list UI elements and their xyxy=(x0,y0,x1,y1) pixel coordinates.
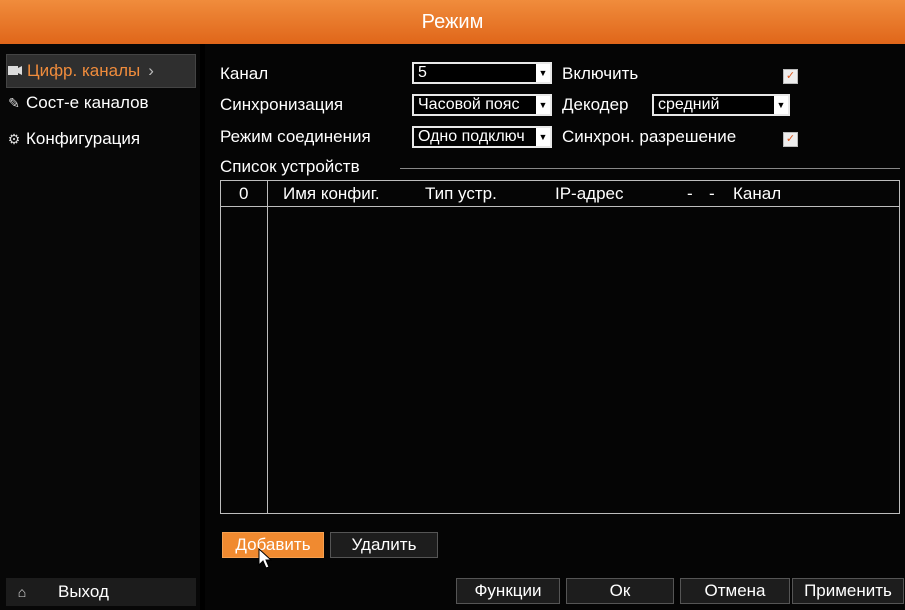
exit-button[interactable]: ⌂ Выход xyxy=(6,578,196,606)
gear-icon: ⚙ xyxy=(7,130,21,147)
sidebar-item-label: Цифр. каналы xyxy=(27,61,141,80)
column-header-type: Тип устр. xyxy=(425,184,497,203)
column-header-dash-2: - xyxy=(709,184,715,203)
column-header-dash-1: - xyxy=(687,184,693,203)
edit-icon: ✎ xyxy=(8,94,20,111)
sync-resolution-checkbox[interactable]: ✓ xyxy=(783,132,798,147)
column-divider xyxy=(267,181,268,513)
decoder-label: Декодер xyxy=(562,95,629,114)
chevron-down-icon: ▼ xyxy=(536,96,550,114)
sidebar-item-digital-channels[interactable]: Цифр. каналы › xyxy=(6,54,196,88)
sync-resolution-label: Синхрон. разрешение xyxy=(562,127,737,146)
device-table[interactable]: 0 Имя конфиг. Тип устр. IP-адрес - - Кан… xyxy=(220,180,900,514)
exit-label: Выход xyxy=(58,582,109,601)
column-header-ip: IP-адрес xyxy=(555,184,624,203)
sidebar-item-label: Сост-е каналов xyxy=(26,93,149,112)
connection-mode-select[interactable]: Одно подключ ▼ xyxy=(412,126,552,148)
channel-value: 5 xyxy=(418,64,427,81)
sidebar: Цифр. каналы › ✎ Сост-е каналов ⚙ Конфиг… xyxy=(0,44,200,610)
window-title-bar: Режим xyxy=(0,0,905,44)
sync-label: Синхронизация xyxy=(220,95,344,114)
sidebar-item-label: Конфигурация xyxy=(26,129,141,148)
decoder-select[interactable]: средний ▼ xyxy=(652,94,790,116)
apply-button[interactable]: Применить xyxy=(792,578,904,604)
sidebar-item-channel-status[interactable]: ✎ Сост-е каналов xyxy=(6,86,196,120)
column-header-channel: Канал xyxy=(733,184,782,203)
table-header: 0 Имя конфиг. Тип устр. IP-адрес - - Кан… xyxy=(221,181,899,207)
mouse-cursor-icon xyxy=(258,548,273,569)
channel-select[interactable]: 5 ▼ xyxy=(412,62,552,84)
group-divider xyxy=(400,168,900,169)
chevron-right-icon: › xyxy=(148,61,154,80)
chevron-down-icon: ▼ xyxy=(536,128,550,146)
header-divider xyxy=(221,206,899,207)
functions-button[interactable]: Функции xyxy=(456,578,560,604)
sync-value: Часовой пояс xyxy=(418,96,520,113)
connection-mode-value: Одно подключ xyxy=(418,128,525,145)
cancel-button[interactable]: Отмена xyxy=(680,578,790,604)
camera-icon xyxy=(7,63,23,79)
sidebar-item-configuration[interactable]: ⚙ Конфигурация xyxy=(6,122,196,156)
sync-select[interactable]: Часовой пояс ▼ xyxy=(412,94,552,116)
device-list-title: Список устройств xyxy=(220,157,360,176)
window-title: Режим xyxy=(421,10,484,33)
enable-checkbox[interactable]: ✓ xyxy=(783,69,798,84)
column-header-index: 0 xyxy=(239,184,249,203)
home-icon: ⌂ xyxy=(17,584,27,600)
column-header-name: Имя конфиг. xyxy=(283,184,380,203)
channel-label: Канал xyxy=(220,64,269,83)
connection-mode-label: Режим соединения xyxy=(220,127,371,146)
chevron-down-icon: ▼ xyxy=(536,64,550,82)
chevron-down-icon: ▼ xyxy=(774,96,788,114)
decoder-value: средний xyxy=(658,96,720,113)
enable-label: Включить xyxy=(562,64,639,83)
delete-button[interactable]: Удалить xyxy=(330,532,438,558)
ok-button[interactable]: Ок xyxy=(566,578,674,604)
